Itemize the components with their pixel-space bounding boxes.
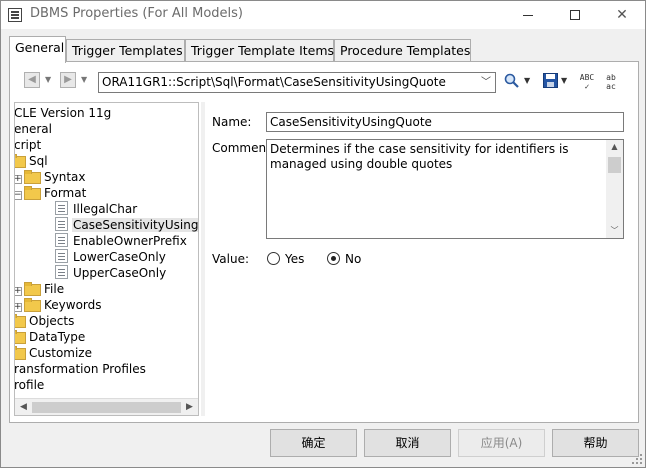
find-dropdown-icon[interactable]: ▼ (524, 76, 530, 85)
minimize-icon (523, 14, 533, 16)
spellcheck-icon: ABC ✓ (579, 73, 595, 91)
tree-item-script[interactable]: cript (15, 137, 42, 153)
forward-arrow-icon: ▶ (64, 74, 72, 85)
doc-icon (55, 201, 68, 215)
tab-general[interactable]: General (9, 36, 66, 63)
expand-icon[interactable]: + (15, 175, 22, 184)
doc-icon (55, 265, 68, 279)
back-arrow-icon: ◀ (28, 74, 36, 85)
tree-item-illegalchar[interactable]: IllegalChar (55, 201, 138, 217)
radio-yes[interactable]: Yes (267, 252, 304, 266)
tree-item-file[interactable]: + File (15, 281, 65, 297)
folder-icon (24, 186, 41, 200)
tree-item-oracle-version[interactable]: CLE Version 11g (15, 105, 112, 121)
comment-vertical-scrollbar[interactable]: ▲ ﹀ (606, 140, 623, 238)
tree-item-lowercaseonly[interactable]: LowerCaseOnly (55, 249, 167, 265)
tree-item-sql[interactable]: Sql (15, 153, 49, 169)
close-button[interactable]: ✕ (599, 1, 645, 29)
folder-icon (15, 346, 26, 360)
tree-item-datatype[interactable]: DataType (15, 329, 86, 345)
template-tree[interactable]: CLE Version 11g eneral cript Sql + Syntax… (14, 102, 199, 416)
folder-icon (24, 170, 41, 184)
tab-procedure-templates[interactable]: Procedure Templates (334, 39, 471, 62)
path-text: ORA11GR1::Script\Sql\Format\CaseSensitiv… (102, 75, 446, 89)
folder-icon (15, 314, 26, 328)
forward-dropdown-icon[interactable]: ▼ (81, 75, 87, 84)
radio-unchecked-icon (267, 252, 280, 265)
scroll-down-icon[interactable]: ﹀ (606, 224, 623, 238)
forward-button[interactable]: ▶ (60, 72, 76, 88)
name-field[interactable]: CaseSensitivityUsingQuote (266, 112, 624, 132)
folder-icon (24, 298, 41, 312)
property-editor: Name: CaseSensitivityUsingQuote Comment:… (206, 102, 636, 416)
replace-button[interactable]: ab ac (602, 73, 620, 91)
expand-icon[interactable]: + (15, 287, 22, 296)
back-button[interactable]: ◀ (24, 72, 40, 88)
chevron-down-icon[interactable]: ﹀ (481, 73, 491, 92)
collapse-icon[interactable]: − (15, 191, 22, 200)
maximize-button[interactable] (552, 1, 598, 29)
back-dropdown-icon[interactable]: ▼ (45, 75, 51, 84)
radio-no[interactable]: No (327, 252, 361, 266)
close-icon: ✕ (616, 7, 628, 23)
tree-item-customize[interactable]: Customize (15, 345, 93, 361)
tree-item-keywords[interactable]: + Keywords (15, 297, 103, 313)
minimize-button[interactable] (505, 1, 551, 29)
app-icon (8, 8, 22, 22)
tree-item-syntax[interactable]: + Syntax (15, 169, 86, 185)
tree-item-uppercaseonly[interactable]: UpperCaseOnly (55, 265, 167, 281)
doc-icon (55, 233, 68, 247)
doc-icon (55, 249, 68, 263)
doc-icon (55, 217, 68, 231)
tree-item-general[interactable]: eneral (15, 121, 53, 137)
path-combobox[interactable]: ORA11GR1::Script\Sql\Format\CaseSensitiv… (98, 72, 496, 93)
radio-checked-icon (327, 252, 340, 265)
tab-trigger-templates[interactable]: Trigger Templates (66, 39, 185, 62)
save-dropdown-icon[interactable]: ▼ (561, 76, 567, 85)
tree-item-casesensitivityusingquote[interactable]: CaseSensitivityUsingQuote (55, 217, 198, 233)
tree-item-profile[interactable]: rofile (15, 377, 45, 393)
value-label: Value: (212, 252, 249, 266)
magnifier-icon (504, 73, 519, 88)
scroll-left-icon[interactable]: ◀ (17, 401, 30, 414)
save-button[interactable] (541, 73, 559, 91)
scroll-up-icon[interactable]: ▲ (606, 140, 623, 154)
tree-horizontal-scrollbar[interactable]: ◀ ▶ (15, 398, 198, 415)
folder-icon (15, 330, 26, 344)
title-bar: DBMS Properties (For All Models) ✕ (1, 1, 645, 29)
maximize-icon (570, 10, 580, 20)
resize-grip-icon[interactable] (632, 454, 642, 464)
tree-item-objects[interactable]: Objects (15, 313, 75, 329)
name-label: Name: (212, 115, 252, 129)
scrollbar-thumb[interactable] (608, 157, 621, 173)
pane-splitter[interactable] (201, 102, 205, 416)
name-value: CaseSensitivityUsingQuote (270, 115, 432, 129)
apply-button[interactable]: 应用(A) (458, 429, 545, 457)
find-button[interactable] (503, 73, 521, 91)
floppy-save-icon (542, 73, 558, 88)
tree-item-transformation-profiles[interactable]: ransformation Profiles (15, 361, 147, 377)
general-tab-panel: ◀ ▼ ▶ ▼ ORA11GR1::Script\Sql\Format\Case… (9, 61, 639, 423)
radio-no-label: No (345, 252, 362, 266)
tree-item-enableownerprefix[interactable]: EnableOwnerPrefix (55, 233, 188, 249)
cancel-button[interactable]: 取消 (364, 429, 451, 457)
folder-icon (15, 154, 26, 168)
spellcheck-button[interactable]: ABC ✓ (578, 73, 596, 91)
find-replace-icon: ab ac (606, 73, 616, 91)
scroll-right-icon[interactable]: ▶ (183, 401, 196, 414)
radio-yes-label: Yes (285, 252, 305, 266)
scrollbar-thumb[interactable] (32, 402, 181, 413)
tree-item-format[interactable]: − Format (15, 185, 87, 201)
dbms-properties-window: DBMS Properties (For All Models) ✕ Gener… (0, 0, 646, 468)
window-title: DBMS Properties (For All Models) (30, 6, 244, 21)
ok-button[interactable]: 确定 (270, 429, 357, 457)
folder-icon (24, 282, 41, 296)
help-button[interactable]: 帮助 (552, 429, 639, 457)
comment-textarea[interactable]: Determines if the case sensitivity for i… (266, 139, 624, 239)
tab-trigger-template-items[interactable]: Trigger Template Items (185, 39, 334, 62)
expand-icon[interactable]: + (15, 303, 22, 312)
comment-value: Determines if the case sensitivity for i… (270, 142, 569, 171)
